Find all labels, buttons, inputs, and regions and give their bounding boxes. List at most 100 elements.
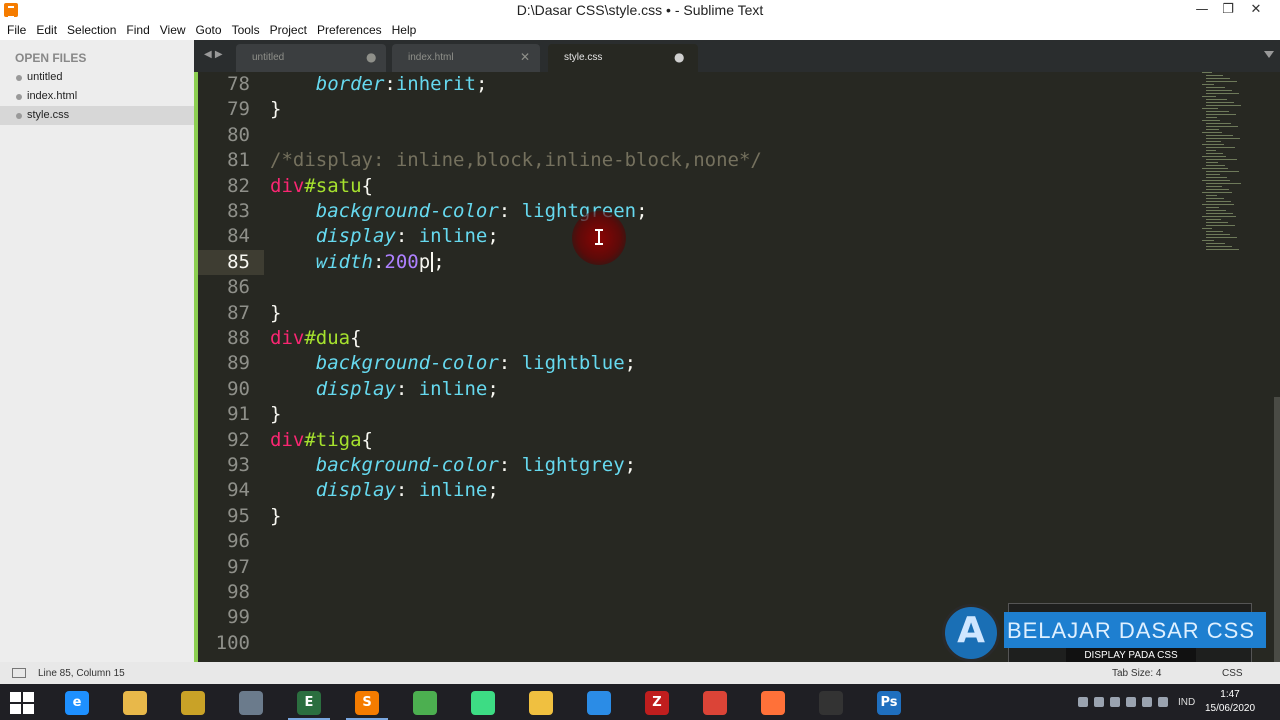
start-windows-icon[interactable] — [10, 692, 34, 714]
taskbar-app[interactable] — [400, 686, 450, 720]
minimap-line — [1206, 126, 1238, 127]
menu-edit[interactable]: Edit — [31, 23, 62, 37]
photoshop-icon: Ps — [877, 691, 901, 715]
minimap-line — [1206, 114, 1236, 115]
menu-goto[interactable]: Goto — [191, 23, 227, 37]
minimap-line — [1206, 195, 1217, 196]
tray-battery-icon[interactable] — [1110, 697, 1120, 707]
restore-button[interactable]: ❐ — [1214, 0, 1242, 20]
taskbar-app[interactable] — [168, 686, 218, 720]
code-line[interactable]: } — [270, 504, 281, 529]
menu-file[interactable]: File — [2, 23, 31, 37]
taskbar-app[interactable]: Z — [632, 686, 682, 720]
tray-network-icon[interactable] — [1094, 697, 1104, 707]
menu-view[interactable]: View — [155, 23, 191, 37]
tab-size-selector[interactable]: Tab Size: 4 — [1112, 668, 1161, 679]
close-icon[interactable]: ✕ — [520, 50, 530, 64]
taskbar-app[interactable] — [574, 686, 624, 720]
minimap-line — [1206, 75, 1223, 76]
code-line[interactable]: background-color: lightgrey; — [270, 453, 636, 478]
minimap-line — [1202, 168, 1228, 169]
tab-index-html[interactable]: index.html ✕ — [392, 44, 540, 72]
tray-up-arrow-icon[interactable] — [1078, 697, 1088, 707]
taskbar-app[interactable] — [458, 686, 508, 720]
code-line[interactable]: border:inherit; — [270, 72, 488, 97]
taskbar-app[interactable] — [516, 686, 566, 720]
minimap-line — [1206, 249, 1239, 250]
tray-volume-icon[interactable] — [1158, 697, 1168, 707]
taskbar-clock[interactable]: 1:47 15/06/2020 — [1195, 688, 1265, 716]
menu-tools[interactable]: Tools — [227, 23, 265, 37]
code-line[interactable]: } — [270, 97, 281, 122]
minimap-line — [1206, 231, 1223, 232]
minimap-line — [1206, 102, 1234, 103]
minimap-line — [1202, 204, 1234, 205]
taskbar-app[interactable]: E — [284, 686, 334, 720]
close-button[interactable]: ✕ — [1242, 0, 1270, 20]
text-cursor-icon — [595, 229, 603, 245]
console-toggle-icon[interactable] — [12, 668, 26, 678]
code-line[interactable]: display: inline; — [270, 478, 499, 503]
modified-dot-icon[interactable]: ● — [674, 50, 684, 64]
menu-project[interactable]: Project — [265, 23, 312, 37]
tray-usb-icon[interactable] — [1126, 697, 1136, 707]
code-line[interactable]: } — [270, 402, 281, 427]
minimap-line — [1206, 129, 1219, 130]
tab-menu-chevron-down-icon[interactable] — [1264, 51, 1274, 58]
code-line[interactable]: div#dua{ — [270, 326, 362, 351]
sidebar-file-index-html[interactable]: index.html — [0, 87, 194, 106]
code-line[interactable]: width:200p; — [270, 250, 445, 275]
minimap[interactable] — [1202, 72, 1246, 252]
code-token-prop: background-color — [315, 454, 499, 476]
watermark-title: BELAJAR DASAR CSS — [1006, 618, 1256, 643]
minimap-line — [1206, 78, 1230, 79]
line-number: 88 — [227, 327, 250, 349]
code-token-plain: : — [498, 352, 522, 375]
taskbar-app[interactable] — [806, 686, 856, 720]
minimap-line — [1202, 180, 1230, 181]
menu-find[interactable]: Find — [121, 23, 154, 37]
code-token-id: #tiga — [304, 428, 362, 451]
taskbar-app[interactable] — [748, 686, 798, 720]
code-line[interactable]: display: inline; — [270, 224, 499, 249]
line-number: 90 — [227, 377, 250, 400]
menu-preferences[interactable]: Preferences — [312, 23, 387, 37]
minimap-line — [1206, 141, 1221, 142]
tab-scroll-arrows-icon[interactable]: ◀ ▶ — [204, 49, 223, 60]
taskbar-app[interactable] — [226, 686, 276, 720]
line-number: 94 — [227, 479, 250, 502]
sidebar-file-style-css[interactable]: style.css — [0, 106, 194, 125]
code-token-plain: ; — [487, 225, 499, 248]
menu-help[interactable]: Help — [387, 23, 422, 37]
code-line[interactable]: display: inline; — [270, 377, 499, 402]
scrollbar[interactable] — [1274, 397, 1280, 662]
tab-untitled[interactable]: untitled ● — [236, 44, 386, 72]
line-number: 81 — [227, 149, 250, 172]
tab-style-css[interactable]: style.css ● — [548, 44, 698, 72]
syntax-selector[interactable]: CSS — [1222, 668, 1243, 679]
minimize-button[interactable]: — — [1188, 0, 1216, 20]
firefox-icon — [761, 691, 785, 715]
taskbar-app[interactable] — [110, 686, 160, 720]
code-line[interactable]: div#tiga{ — [270, 428, 373, 453]
code-line[interactable]: /*display: inline,block,inline-block,non… — [270, 148, 762, 173]
minimap-line — [1206, 123, 1231, 124]
sidebar-file-label: untitled — [27, 71, 63, 83]
tray-wifi-icon[interactable] — [1142, 697, 1152, 707]
taskbar-app[interactable]: e — [52, 686, 102, 720]
code-line[interactable]: } — [270, 301, 281, 326]
minimap-line — [1206, 105, 1241, 106]
code-editor[interactable]: 78 79 80 81 82 83 84 85 86 87 88 89 90 91 92 93 94 95 96 97… — [194, 72, 1280, 662]
tray-language[interactable]: IND — [1178, 697, 1195, 708]
code-line[interactable]: div#satu{ — [270, 174, 373, 199]
menu-selection[interactable]: Selection — [62, 23, 121, 37]
taskbar-app[interactable] — [690, 686, 740, 720]
minimap-line — [1206, 207, 1219, 208]
sidebar-file-untitled[interactable]: untitled — [0, 68, 194, 87]
modified-dot-icon[interactable]: ● — [366, 50, 376, 64]
taskbar-app[interactable]: Ps — [864, 686, 914, 720]
code-line[interactable]: background-color: lightblue; — [270, 351, 636, 376]
taskbar-app[interactable]: S — [342, 686, 392, 720]
code-token-id: #satu — [304, 174, 362, 197]
